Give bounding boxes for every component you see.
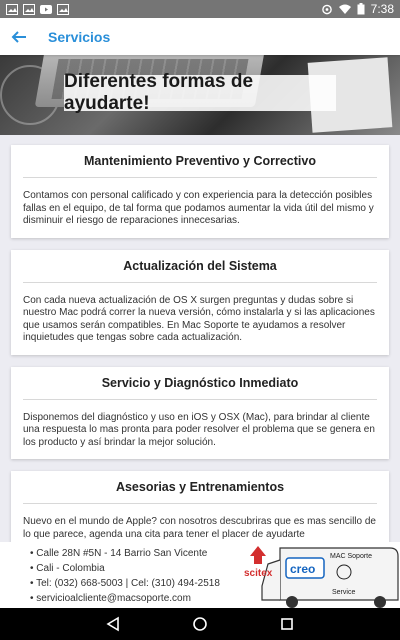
page-title: Servicios	[48, 28, 111, 45]
service-card-description: Contamos con personal calificado y con e…	[23, 190, 374, 226]
service-card-diagnostico: Servicio y Diagnóstico Inmediato Dispone…	[11, 366, 389, 459]
hero-caption: Diferentes formas de ayudarte!	[64, 71, 254, 114]
system-nav-bar	[0, 608, 400, 640]
service-card-asesorias: Asesorias y Entrenamientos Nuevo en el m…	[11, 471, 389, 542]
van-text-top: MAC Soporte	[330, 553, 372, 560]
nav-back-button[interactable]	[103, 614, 123, 634]
app-bar: Servicios	[0, 18, 400, 55]
status-bar: 7:38	[0, 0, 400, 18]
service-card-description: Con cada nueva actualización de OS X sur…	[23, 294, 375, 344]
image-icon	[57, 3, 69, 15]
contact-address: Calle 28N #5N - 14 Barrio San Vicente	[30, 546, 220, 561]
logo-creo: creo	[290, 562, 315, 576]
recents-square-icon	[280, 618, 293, 630]
service-card-title: Actualización del Sistema	[23, 259, 377, 283]
service-card-actualizacion: Actualización del Sistema Con cada nueva…	[11, 249, 389, 355]
status-time: 7:38	[370, 2, 394, 16]
service-card-mantenimiento: Mantenimiento Preventivo y Correctivo Co…	[11, 145, 389, 238]
status-system: 7:38	[321, 2, 394, 16]
wifi-icon	[338, 4, 351, 14]
nav-home-button[interactable]	[190, 614, 210, 634]
sync-icon	[321, 4, 332, 14]
status-notifications	[6, 3, 69, 15]
hero-caption-box: Diferentes formas de ayudarte!	[64, 71, 336, 114]
back-button[interactable]	[0, 18, 38, 55]
contact-city: Cali - Colombia	[30, 561, 220, 576]
contact-info: Calle 28N #5N - 14 Barrio San Vicente Ca…	[30, 546, 220, 606]
service-van-image: scitex creo MAC Soporte Service	[240, 542, 400, 608]
image-icon	[23, 3, 35, 15]
service-card-description: Nuevo en el mundo de Apple? con nosotros…	[23, 516, 376, 540]
van-text-bottom: Service	[332, 589, 355, 596]
hero-banner-image: Diferentes formas de ayudarte!	[0, 55, 400, 135]
youtube-icon	[40, 4, 52, 14]
arrow-left-icon	[11, 30, 26, 43]
contact-footer: Calle 28N #5N - 14 Barrio San Vicente Ca…	[0, 542, 400, 608]
logo-scitex: scitex	[244, 568, 273, 579]
battery-icon	[357, 3, 365, 15]
image-icon	[6, 3, 18, 15]
service-card-description: Disponemos del diagnóstico y uso en iOS …	[23, 411, 375, 448]
back-triangle-icon	[106, 616, 120, 632]
service-card-title: Servicio y Diagnóstico Inmediato	[23, 376, 377, 400]
contact-phone: Tel: (032) 668-5003 | Cel: (310) 494-251…	[30, 576, 220, 591]
services-list[interactable]: Mantenimiento Preventivo y Correctivo Co…	[0, 135, 400, 542]
home-circle-icon	[193, 617, 207, 631]
service-card-title: Asesorias y Entrenamientos	[23, 480, 377, 504]
nav-recents-button[interactable]	[277, 614, 297, 634]
contact-email: servicioalcliente@macsoporte.com	[30, 591, 220, 606]
service-card-title: Mantenimiento Preventivo y Correctivo	[23, 154, 377, 178]
